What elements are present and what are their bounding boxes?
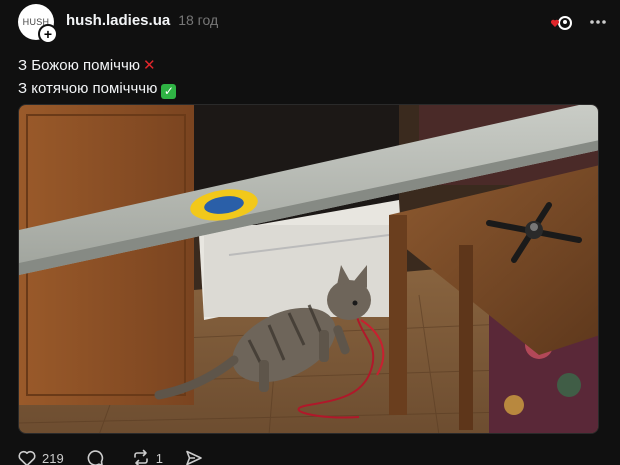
liked-by-followed-badge[interactable] (550, 14, 574, 32)
username[interactable]: hush.ladies.ua (66, 12, 170, 29)
repost-button[interactable]: 1 (132, 449, 163, 465)
post-actions-bar: 219 1 (18, 448, 231, 465)
like-count: 219 (42, 450, 64, 465)
like-button[interactable]: 219 (18, 450, 64, 465)
cross-mark-emoji: ✕ (143, 57, 156, 74)
share-button[interactable] (185, 449, 209, 465)
caption-text-1: З Божою поміччю (18, 57, 141, 74)
more-options-button[interactable] (586, 10, 610, 34)
repost-icon (133, 449, 148, 465)
more-dots-icon (590, 20, 606, 24)
follow-plus-button[interactable]: + (38, 24, 58, 44)
caption-line-1: З Божою поміччю ✕ (18, 54, 176, 77)
send-icon (186, 450, 202, 465)
post-caption: З Божою поміччю ✕ З котячою помічччю ✓ (18, 54, 177, 100)
heart-avatars-icon (550, 16, 572, 30)
heart-icon (18, 450, 36, 465)
post-timestamp: 18 год (178, 12, 219, 28)
reply-button[interactable] (86, 449, 110, 465)
threads-post: HUSH + hush.ladies.ua 18 год З Божою пом… (0, 0, 620, 465)
repost-count: 1 (155, 450, 163, 465)
caption-line-2: З котячою помічччю ✓ (18, 77, 177, 100)
plus-icon: + (43, 26, 53, 42)
post-header: hush.ladies.ua 18 год (66, 12, 218, 29)
post-image[interactable] (18, 104, 599, 434)
caption-text-2: З котячою помічччю (18, 80, 158, 97)
kitten-drone-photo (19, 105, 598, 433)
comment-bubble-icon (87, 450, 103, 465)
check-mark-emoji: ✓ (161, 84, 177, 99)
